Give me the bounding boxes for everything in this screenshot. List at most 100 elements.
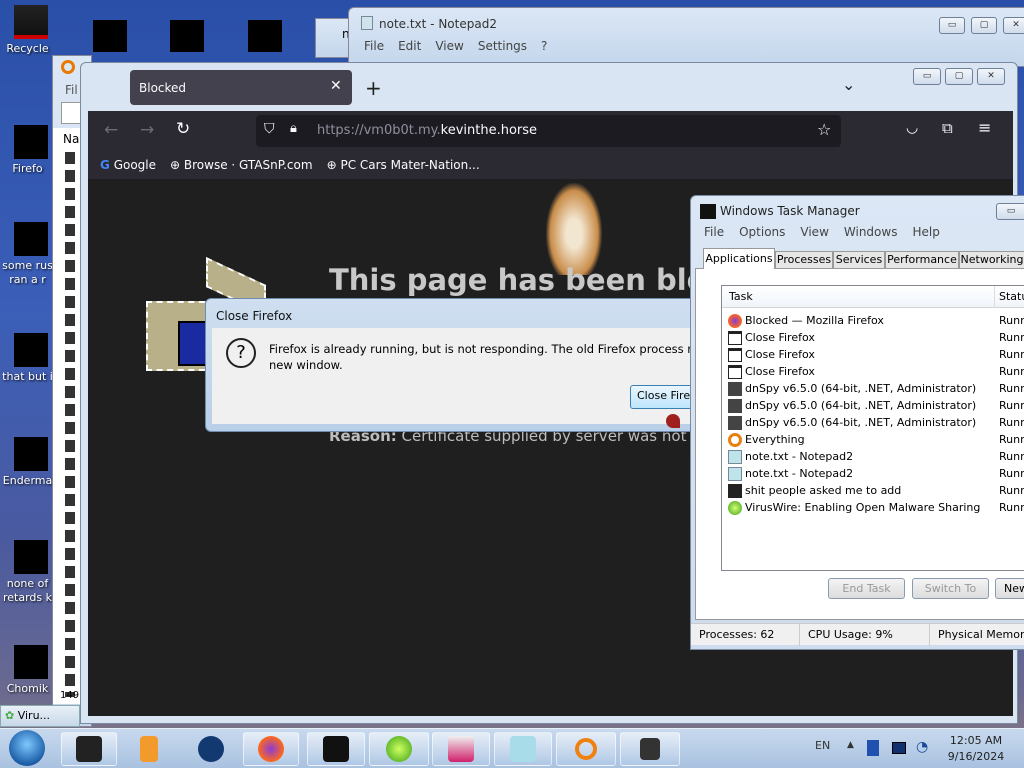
desktop-icon-some-rus[interactable]: some rus ran a r bbox=[0, 222, 55, 287]
desktop-icon-app2[interactable] bbox=[248, 20, 282, 52]
lock-icon[interactable]: 🔒︎ bbox=[290, 121, 297, 136]
notepad-menu-help[interactable]: ? bbox=[541, 39, 547, 53]
task-row[interactable]: VirusWire: Enabling Open Malware Sharing bbox=[728, 499, 980, 516]
task-row[interactable]: dnSpy v6.5.0 (64-bit, .NET, Administrato… bbox=[728, 397, 976, 414]
forward-button[interactable]: → bbox=[140, 120, 154, 140]
taskbar-dnspy[interactable] bbox=[620, 732, 680, 766]
desktop-icon-none-of[interactable]: none of retards k bbox=[0, 540, 55, 605]
tm-menu-file[interactable]: File bbox=[704, 224, 724, 242]
end-task-button[interactable]: End Task bbox=[828, 578, 905, 599]
taskbar-dark-globe[interactable] bbox=[183, 732, 239, 766]
tab-close-icon[interactable]: ✕ bbox=[330, 78, 342, 94]
dnspy-icon bbox=[728, 398, 742, 413]
everything-menu-file[interactable]: Fil bbox=[65, 83, 78, 97]
taskbar-task-manager[interactable] bbox=[307, 732, 365, 766]
start-button[interactable] bbox=[9, 730, 45, 766]
dialog-message: Firefox is already running, but is not r… bbox=[269, 342, 735, 356]
back-button[interactable]: ← bbox=[104, 120, 118, 140]
column-task[interactable]: Task bbox=[729, 290, 753, 303]
task-list[interactable]: Task Statu Blocked — Mozilla Firefox Runn… bbox=[721, 285, 1024, 571]
notepad-menu-edit[interactable]: Edit bbox=[398, 39, 421, 53]
reload-button[interactable]: ↻ bbox=[176, 119, 190, 139]
desktop-icon-enderman[interactable]: Enderma bbox=[0, 437, 55, 488]
menu-hamburger-icon[interactable]: ≡ bbox=[978, 118, 991, 137]
task-row[interactable]: note.txt - Notepad2 bbox=[728, 448, 853, 465]
desktop-icon-folder[interactable] bbox=[93, 20, 127, 52]
desktop-icon-firefox[interactable]: Firefo bbox=[0, 125, 55, 176]
taskbar-notepad[interactable] bbox=[494, 732, 552, 766]
tm-menu-options[interactable]: Options bbox=[739, 224, 785, 242]
tray-app-icon[interactable] bbox=[867, 740, 879, 756]
notepad-menu-view[interactable]: View bbox=[435, 39, 463, 53]
task-name: Close Firefox bbox=[745, 348, 815, 361]
task-manager-window[interactable]: Windows Task Manager ▭ File Options View… bbox=[690, 195, 1024, 650]
switch-to-button[interactable]: Switch To bbox=[912, 578, 989, 599]
notepad-menu-file[interactable]: File bbox=[364, 39, 384, 53]
notepad-close-button[interactable]: ✕ bbox=[1003, 17, 1024, 34]
bookmark-gtasnp[interactable]: ⊕ Browse · GTASnP.com bbox=[170, 158, 313, 172]
list-tabs-chevron-icon[interactable]: ⌄ bbox=[842, 75, 855, 94]
notepad-icon bbox=[728, 449, 742, 464]
taskbar-app-1[interactable] bbox=[61, 732, 117, 766]
desktop-icon-recycle-bin[interactable]: Recycle bbox=[0, 5, 55, 56]
tab-networking[interactable]: Networking bbox=[959, 251, 1024, 269]
desktop-icon-that-but[interactable]: that but i bbox=[0, 333, 55, 384]
url-bar[interactable]: ⛉ 🔒︎ https://vm0b0t.my.kevinthe.horse ☆ bbox=[256, 115, 841, 147]
task-row[interactable]: Everything bbox=[728, 431, 805, 448]
folder-icon bbox=[728, 483, 742, 498]
tracking-shield-icon[interactable]: ⛉ bbox=[264, 121, 275, 137]
taskbar-firefox[interactable] bbox=[243, 732, 299, 766]
tm-menu-windows[interactable]: Windows bbox=[844, 224, 898, 242]
firefox-maximize-button[interactable]: ▢ bbox=[945, 68, 973, 85]
tray-monitor-icon[interactable] bbox=[892, 742, 906, 754]
task-row[interactable]: Close Firefox bbox=[728, 346, 815, 363]
task-status: Runn bbox=[999, 467, 1024, 480]
task-row[interactable]: dnSpy v6.5.0 (64-bit, .NET, Administrato… bbox=[728, 380, 976, 397]
url-text[interactable]: https://vm0b0t.my.kevinthe.horse bbox=[317, 123, 537, 138]
language-indicator[interactable]: EN bbox=[815, 739, 830, 752]
taskbar-everything[interactable] bbox=[556, 732, 616, 766]
task-manager-minimize-button[interactable]: ▭ bbox=[996, 203, 1024, 220]
notepad-minimize-button[interactable]: ▭ bbox=[939, 17, 965, 34]
extensions-icon[interactable]: ⧉ bbox=[942, 119, 953, 137]
notepad-menu-settings[interactable]: Settings bbox=[478, 39, 527, 53]
task-name: dnSpy v6.5.0 (64-bit, .NET, Administrato… bbox=[745, 416, 977, 429]
bookmark-star-icon[interactable]: ☆ bbox=[817, 120, 831, 139]
task-row[interactable]: dnSpy v6.5.0 (64-bit, .NET, Administrato… bbox=[728, 414, 976, 431]
taskbar-viruswire[interactable] bbox=[369, 732, 429, 766]
viruswire-mini-window[interactable]: ✿ Viru... bbox=[0, 705, 80, 727]
pocket-icon[interactable]: ◡ bbox=[906, 120, 918, 136]
task-row[interactable]: shit people asked me to add bbox=[728, 482, 901, 499]
task-row[interactable]: note.txt - Notepad2 bbox=[728, 465, 853, 482]
desktop-icon-chomik[interactable]: Chomik bbox=[0, 645, 55, 696]
taskbar-app-pink[interactable] bbox=[432, 732, 490, 766]
task-row[interactable]: Close Firefox bbox=[728, 363, 815, 380]
desktop-icon-app[interactable] bbox=[170, 20, 204, 52]
tray-network-icon[interactable]: ◔ bbox=[916, 739, 928, 755]
task-row[interactable]: Close Firefox bbox=[728, 329, 815, 346]
task-row[interactable]: Blocked — Mozilla Firefox bbox=[728, 312, 884, 329]
tray-expand-icon[interactable]: ▲ bbox=[847, 740, 854, 750]
tm-menu-help[interactable]: Help bbox=[912, 224, 939, 242]
globe-icon: ⊕ bbox=[326, 158, 337, 172]
taskbar-media-player[interactable] bbox=[121, 732, 177, 766]
notepad-maximize-button[interactable]: ▢ bbox=[971, 17, 997, 34]
new-tab-button[interactable]: + bbox=[365, 76, 382, 100]
tab-services[interactable]: Services bbox=[833, 251, 885, 269]
globe-icon: ⊕ bbox=[170, 158, 181, 172]
clock[interactable]: 12:05 AM 9/16/2024 bbox=[940, 733, 1012, 765]
column-status[interactable]: Statu bbox=[994, 286, 1024, 308]
tab-applications[interactable]: Applications bbox=[703, 248, 775, 269]
notepad-window[interactable]: note.txt - Notepad2 File Edit View Setti… bbox=[348, 7, 1024, 67]
bookmark-google[interactable]: G Google bbox=[100, 158, 156, 172]
task-name: VirusWire: Enabling Open Malware Sharing bbox=[745, 501, 981, 514]
tm-menu-view[interactable]: View bbox=[800, 224, 828, 242]
bookmark-pc-cars[interactable]: ⊕ PC Cars Mater-Nation... bbox=[327, 158, 480, 172]
firefox-close-button[interactable]: ✕ bbox=[977, 68, 1005, 85]
tab-blocked[interactable]: Blocked ✕ bbox=[130, 70, 352, 105]
firefox-minimize-button[interactable]: ▭ bbox=[913, 68, 941, 85]
close-firefox-dialog[interactable]: Close Firefox ? Firefox is already runni… bbox=[205, 298, 734, 432]
new-task-button[interactable]: New bbox=[995, 578, 1024, 599]
tab-processes[interactable]: Processes bbox=[775, 251, 833, 269]
tab-performance[interactable]: Performance bbox=[885, 251, 959, 269]
